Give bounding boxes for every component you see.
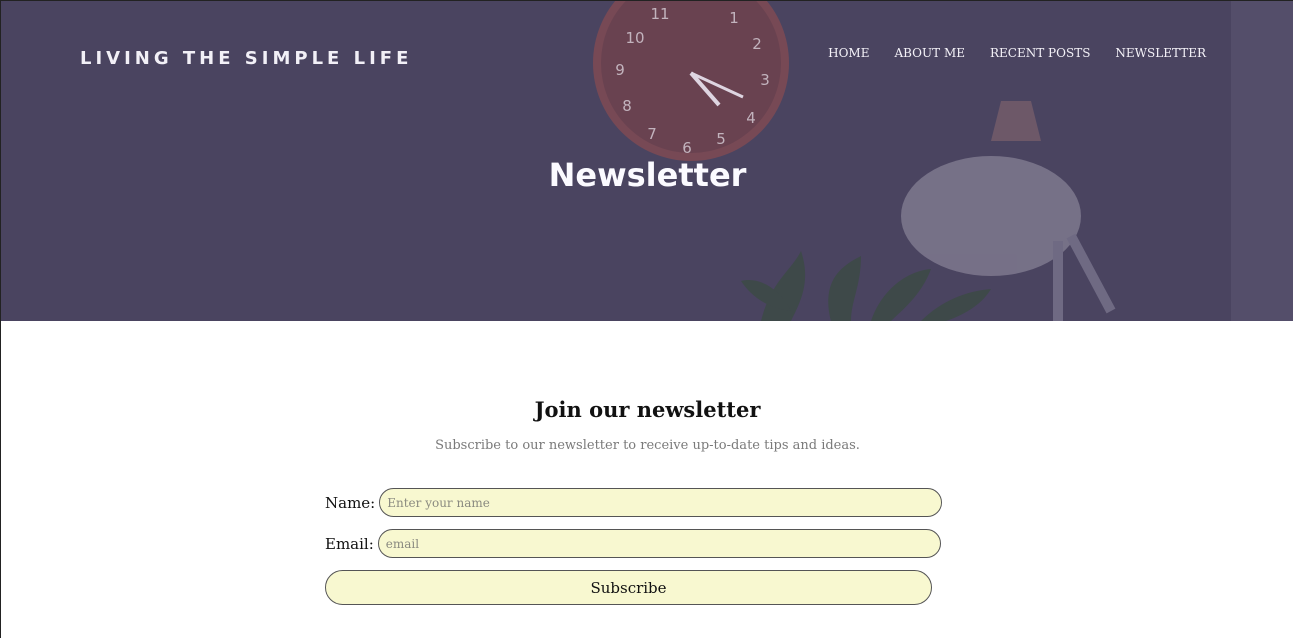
nav-home-link[interactable]: HOME: [828, 46, 869, 60]
svg-text:2: 2: [752, 35, 762, 53]
name-row: Name:: [325, 488, 943, 517]
email-label: Email:: [325, 534, 374, 553]
svg-text:6: 6: [682, 139, 692, 157]
svg-text:9: 9: [615, 61, 625, 79]
newsletter-subtitle: Subscribe to our newsletter to receive u…: [435, 438, 860, 453]
newsletter-heading: Join our newsletter: [534, 397, 761, 422]
subscribe-button[interactable]: Subscribe: [325, 570, 932, 605]
svg-text:4: 4: [746, 109, 756, 127]
email-field[interactable]: [377, 529, 941, 558]
nav-recent-posts-link[interactable]: RECENT POSTS: [990, 46, 1090, 60]
page: 11 1 23 45 67 89 10 LIVING THE SIMPLE LI…: [0, 0, 1293, 638]
svg-text:8: 8: [622, 97, 632, 115]
svg-text:5: 5: [716, 130, 726, 148]
nav-about-me-link[interactable]: ABOUT ME: [894, 46, 965, 60]
svg-text:11: 11: [650, 5, 669, 23]
svg-text:7: 7: [647, 125, 657, 143]
svg-text:1: 1: [729, 9, 739, 27]
name-field[interactable]: [379, 488, 943, 517]
page-title: Newsletter: [548, 156, 747, 194]
svg-text:3: 3: [760, 71, 770, 89]
name-label: Name:: [325, 493, 376, 512]
hero-banner: 11 1 23 45 67 89 10 LIVING THE SIMPLE LI…: [1, 1, 1293, 321]
svg-text:10: 10: [625, 29, 644, 47]
site-brand[interactable]: LIVING THE SIMPLE LIFE: [80, 48, 412, 69]
email-row: Email:: [325, 529, 941, 558]
newsletter-section: Join our newsletter Subscribe to our new…: [1, 321, 1293, 638]
nav-newsletter-link[interactable]: NEWSLETTER: [1115, 46, 1206, 60]
main-nav: HOME ABOUT ME RECENT POSTS NEWSLETTER: [828, 46, 1206, 60]
